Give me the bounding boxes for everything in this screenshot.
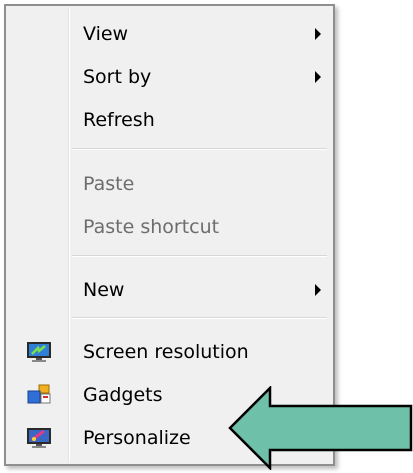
green-pointing-arrow-icon bbox=[228, 386, 413, 470]
menu-item-label: Screen resolution bbox=[83, 341, 249, 363]
menu-item-new[interactable]: New bbox=[8, 268, 331, 312]
menu-item-paste-shortcut[interactable]: Paste shortcut bbox=[8, 205, 331, 249]
monitor-resolution-icon bbox=[27, 342, 51, 362]
personalize-icon bbox=[27, 428, 51, 448]
menu-item-sort-by[interactable]: Sort by bbox=[8, 55, 331, 99]
menu-item-refresh[interactable]: Refresh bbox=[8, 98, 331, 142]
menu-item-label: Personalize bbox=[83, 427, 191, 449]
menu-item-label: Refresh bbox=[83, 109, 155, 131]
submenu-arrow-icon bbox=[315, 284, 321, 296]
submenu-arrow-icon bbox=[315, 28, 321, 40]
menu-item-label: Paste shortcut bbox=[83, 216, 220, 238]
menu-item-label: Paste bbox=[83, 173, 135, 195]
menu-item-label: View bbox=[83, 23, 129, 45]
menu-item-label: Sort by bbox=[83, 66, 152, 88]
menu-separator bbox=[72, 148, 327, 150]
menu-item-paste[interactable]: Paste bbox=[8, 162, 331, 206]
menu-item-screen-resolution[interactable]: Screen resolution bbox=[8, 330, 331, 374]
menu-item-view[interactable]: View bbox=[8, 12, 331, 56]
submenu-arrow-icon bbox=[315, 71, 321, 83]
menu-separator bbox=[72, 317, 327, 319]
gadgets-icon bbox=[27, 384, 51, 404]
menu-item-label: Gadgets bbox=[83, 384, 163, 406]
menu-separator bbox=[72, 255, 327, 257]
menu-item-label: New bbox=[83, 279, 125, 301]
